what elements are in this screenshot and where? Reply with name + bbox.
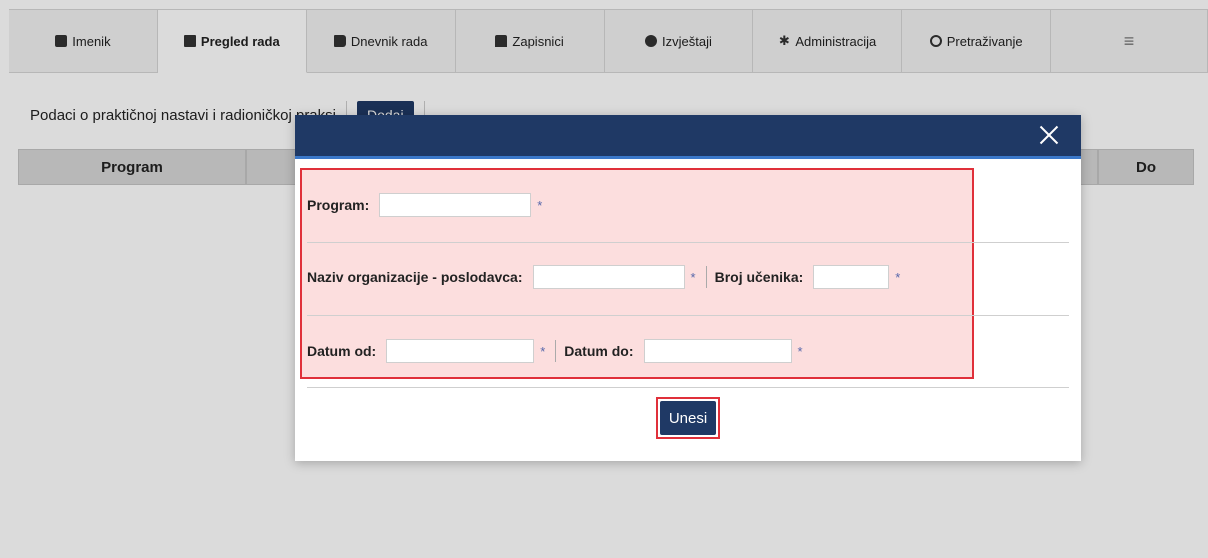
divider	[705, 266, 707, 288]
students-input[interactable]	[813, 265, 890, 289]
program-input[interactable]	[379, 193, 532, 217]
organization-label: Naziv organizacije - poslodavca:	[307, 269, 523, 285]
date-to-input[interactable]	[643, 339, 792, 363]
required-star: *	[690, 269, 696, 285]
modal-header	[295, 115, 1081, 159]
organization-row: Naziv organizacije - poslodavca: * Broj …	[307, 265, 900, 289]
divider	[307, 387, 1069, 388]
add-practice-modal: Program: * Naziv organizacije - poslodav…	[295, 115, 1081, 461]
required-star: *	[537, 197, 543, 213]
required-star: *	[540, 343, 546, 359]
required-star: *	[797, 343, 803, 359]
organization-input[interactable]	[532, 265, 685, 289]
divider	[307, 315, 1069, 316]
dates-row: Datum od: * Datum do: *	[307, 339, 803, 363]
divider	[307, 242, 1069, 243]
program-label: Program:	[307, 197, 370, 213]
program-row: Program: *	[307, 193, 542, 217]
required-star: *	[895, 269, 901, 285]
close-icon[interactable]	[1037, 123, 1061, 147]
date-to-label: Datum do:	[564, 343, 634, 359]
date-from-label: Datum od:	[307, 343, 377, 359]
students-label: Broj učenika:	[714, 269, 804, 285]
divider	[555, 340, 557, 362]
date-from-input[interactable]	[386, 339, 535, 363]
submit-button[interactable]: Unesi	[660, 401, 716, 435]
submit-highlight: Unesi	[656, 397, 720, 439]
